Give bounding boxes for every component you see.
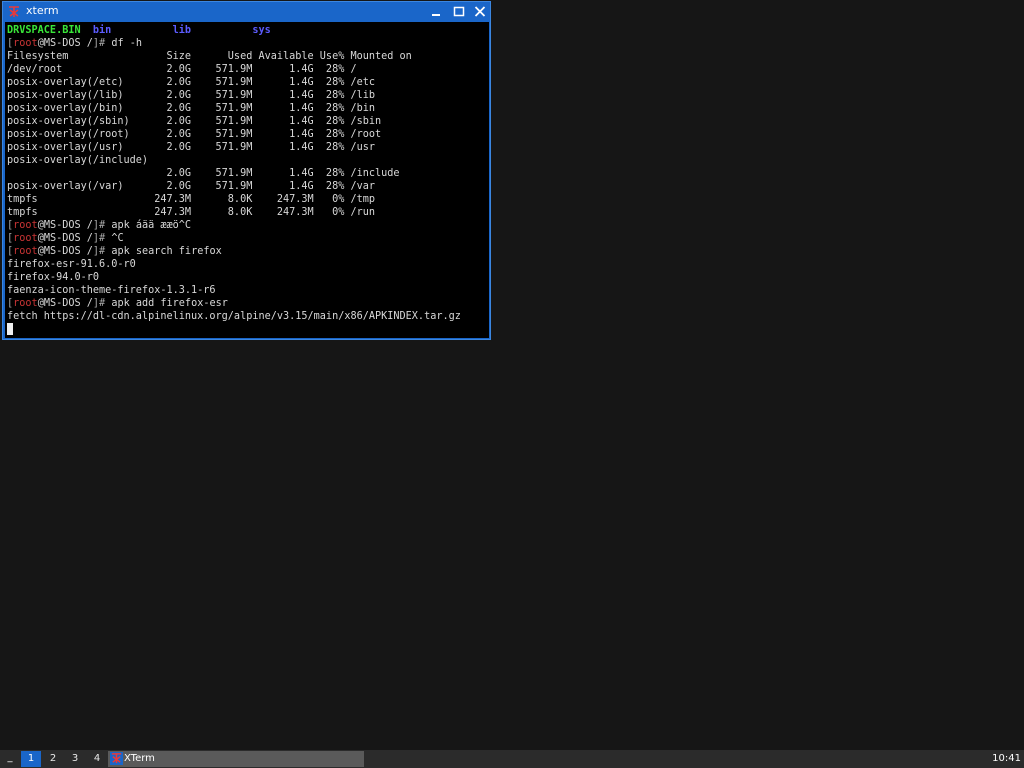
prompt-line: [root@MS-DOS /]# apk áää ææö^C: [7, 220, 192, 231]
text-cursor: [7, 323, 13, 335]
command-text: apk add firefox-esr: [105, 298, 228, 309]
window-title: xterm: [26, 4, 59, 17]
df-row: posix-overlay(/lib) 2.0G 571.9M 1.4G 28%…: [7, 90, 376, 101]
prompt-host: MS-DOS: [43, 298, 81, 309]
workspace-4-button[interactable]: 4: [87, 751, 107, 767]
df-row: posix-overlay(/bin) 2.0G 571.9M 1.4G 28%…: [7, 103, 376, 114]
prompt-line: [root@MS-DOS /]# apk add firefox-esr: [7, 298, 228, 309]
df-row: posix-overlay(/usr) 2.0G 571.9M 1.4G 28%…: [7, 142, 376, 153]
df-row: posix-overlay(/etc) 2.0G 571.9M 1.4G 28%…: [7, 77, 376, 88]
ls-output-line: DRVSPACE.BIN bin lib sys: [7, 24, 461, 37]
df-row: 2.0G 571.9M 1.4G 28% /include: [7, 168, 400, 179]
df-row: posix-overlay(/include): [7, 155, 149, 166]
terminal-output: DRVSPACE.BIN bin lib sys [root@MS-DOS /]…: [7, 24, 461, 336]
df-row: tmpfs 247.3M 8.0K 247.3M 0% /tmp: [7, 194, 376, 205]
workspace-2-button[interactable]: 2: [43, 751, 63, 767]
df-row: posix-overlay(/sbin) 2.0G 571.9M 1.4G 28…: [7, 116, 382, 127]
df-row: /dev/root 2.0G 571.9M 1.4G 28% /: [7, 64, 357, 75]
clock: 10:41: [992, 753, 1021, 764]
taskbar-task-xterm[interactable]: XTerm: [108, 751, 364, 767]
taskbar-menu-button[interactable]: _: [2, 751, 18, 767]
df-row: Filesystem Size Used Available Use% Moun…: [7, 51, 412, 62]
minimize-icon[interactable]: [430, 5, 444, 18]
ls-dir-entry: sys: [252, 25, 271, 36]
search-result: firefox-94.0-r0: [7, 272, 100, 283]
xterm-icon[interactable]: [7, 4, 21, 19]
terminal-area[interactable]: DRVSPACE.BIN bin lib sys [root@MS-DOS /]…: [5, 22, 489, 338]
prompt-user: root: [13, 298, 38, 309]
ls-file-entry: DRVSPACE.BIN: [7, 25, 81, 36]
close-icon[interactable]: [473, 5, 487, 18]
xterm-window[interactable]: xterm DRVSPACE.BIN bin lib sys [root@MS-…: [2, 1, 491, 340]
workspace-3-button[interactable]: 3: [65, 751, 85, 767]
cursor-line[interactable]: [7, 323, 461, 336]
ls-dir-entry: bin: [92, 25, 112, 36]
search-result: firefox-esr-91.6.0-r0: [7, 259, 136, 270]
search-result: faenza-icon-theme-firefox-1.3.1-r6: [7, 285, 216, 296]
prompt-host: MS-DOS: [43, 220, 81, 231]
command-text: df -h: [105, 38, 143, 49]
command-text: apk search firefox: [105, 246, 222, 257]
command-text: ^C: [105, 233, 124, 244]
ls-dir-entry: lib: [172, 25, 192, 36]
desktop: xterm DRVSPACE.BIN bin lib sys [root@MS-…: [0, 0, 1024, 768]
prompt-line: [root@MS-DOS /]# df -h: [7, 38, 143, 49]
prompt-line: [root@MS-DOS /]# ^C: [7, 233, 124, 244]
prompt-line: [root@MS-DOS /]# apk search firefox: [7, 246, 222, 257]
prompt-user: root: [13, 220, 38, 231]
window-titlebar[interactable]: xterm: [3, 2, 490, 21]
taskbar: _ 1 2 3 4 XTerm 10:41: [0, 750, 1024, 768]
df-row: posix-overlay(/var) 2.0G 571.9M 1.4G 28%…: [7, 181, 376, 192]
xterm-icon: [110, 752, 123, 765]
prompt-user: root: [13, 38, 38, 49]
maximize-icon[interactable]: [452, 5, 466, 18]
fetch-line: fetch https://dl-cdn.alpinelinux.org/alp…: [7, 311, 461, 322]
prompt-host: MS-DOS: [43, 233, 81, 244]
command-text: apk áää ææö^C: [105, 220, 192, 231]
workspace-1-button[interactable]: 1: [21, 751, 41, 767]
prompt-user: root: [13, 233, 38, 244]
df-row: posix-overlay(/root) 2.0G 571.9M 1.4G 28…: [7, 129, 382, 140]
prompt-user: root: [13, 246, 38, 257]
prompt-host: MS-DOS: [43, 38, 81, 49]
task-label: XTerm: [124, 753, 155, 764]
df-row: tmpfs 247.3M 8.0K 247.3M 0% /run: [7, 207, 376, 218]
prompt-host: MS-DOS: [43, 246, 81, 257]
